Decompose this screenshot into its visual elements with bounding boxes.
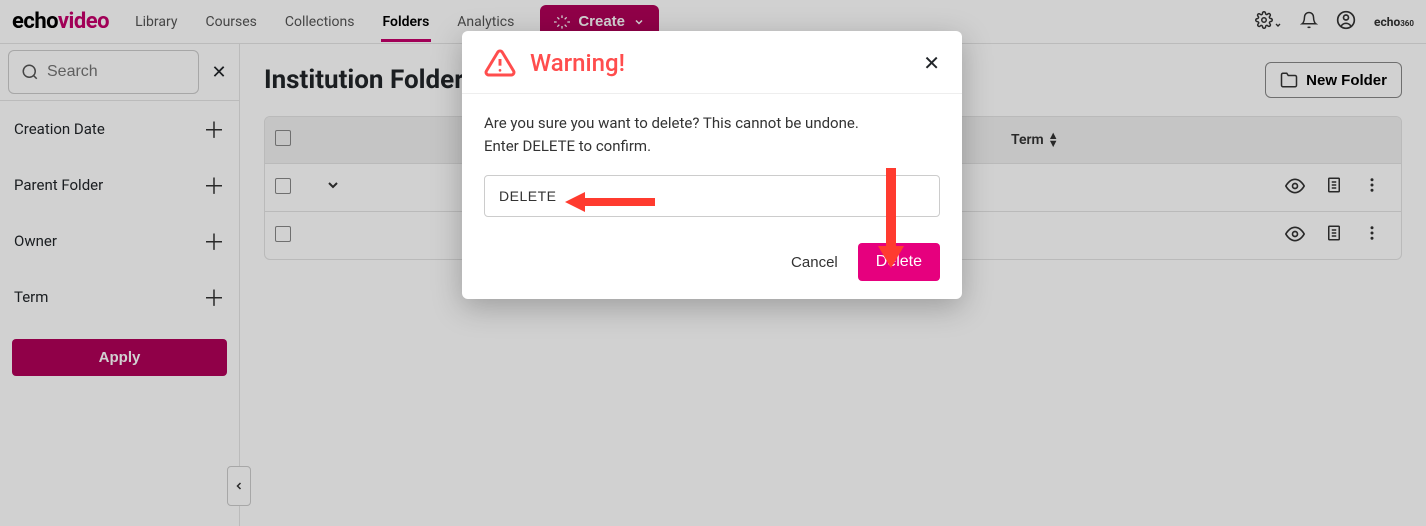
annotation-arrow-input — [565, 190, 655, 218]
modal-header: Warning! ✕ — [462, 31, 962, 94]
delete-confirm-input[interactable] — [484, 175, 940, 217]
modal-title: Warning! — [530, 49, 625, 77]
cancel-button[interactable]: Cancel — [791, 254, 838, 271]
modal-message: Are you sure you want to delete? This ca… — [484, 112, 940, 157]
warning-icon — [484, 47, 516, 79]
modal-close-button[interactable]: ✕ — [923, 51, 940, 75]
annotation-arrow-delete — [876, 168, 906, 272]
